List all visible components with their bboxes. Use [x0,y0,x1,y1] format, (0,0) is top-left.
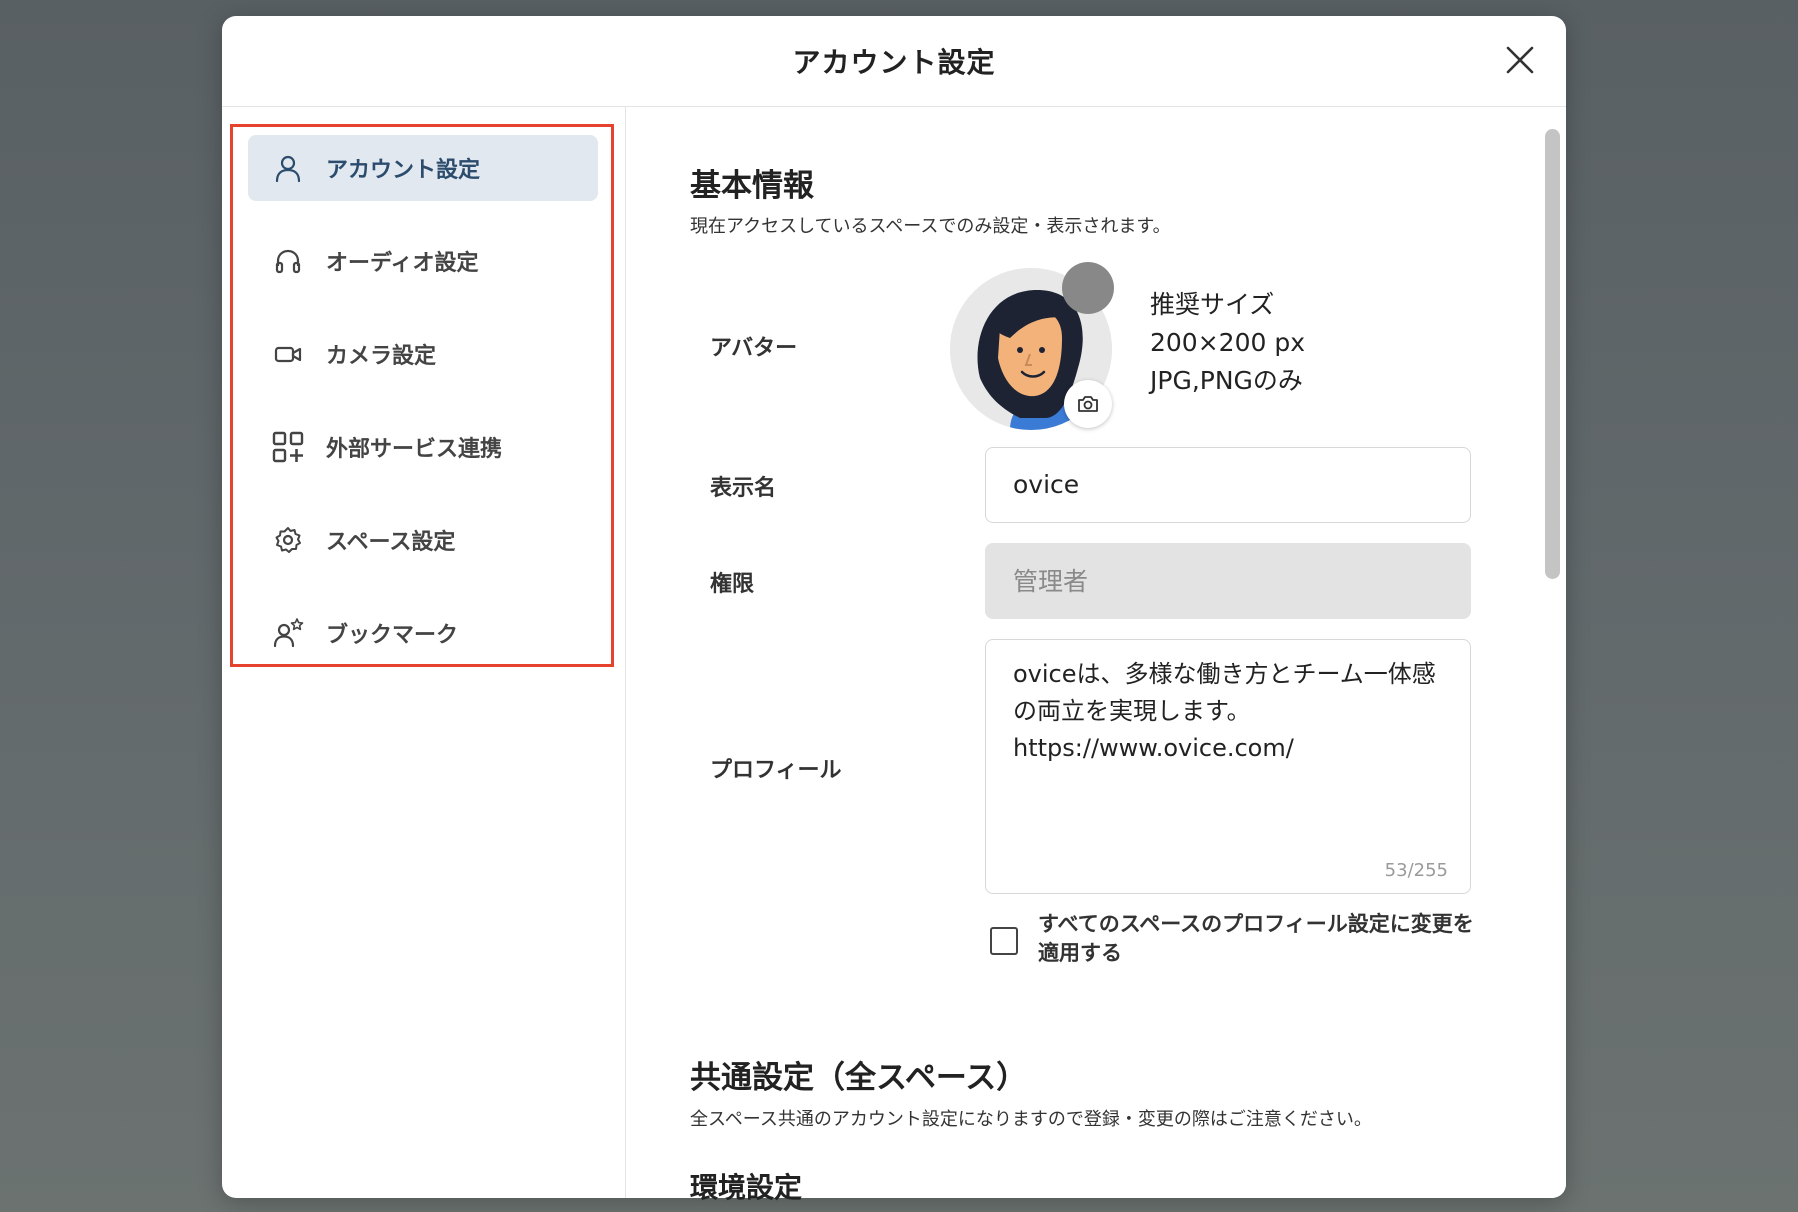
sidebar-item-label: オーディオ設定 [326,251,479,276]
sidebar-item-space-settings[interactable]: スペース設定 [248,507,598,573]
avatar[interactable] [950,262,1115,433]
avatar-label: アバター [710,336,798,361]
modal-header: アカウント設定 [222,16,1566,107]
profile-textarea[interactable]: oviceは、多様な働き方とチーム一体感 の両立を実現します。 https://… [985,639,1471,894]
settings-sidebar: アカウント設定 オーディオ設定 カメラ設定 外部サービス連携 スペース設定 ブッ… [222,107,626,1198]
common-settings-description: 全スペース共通のアカウント設定になりますので登録・変更の際はご注意ください。 [690,1109,1372,1130]
avatar-upload-button[interactable] [1064,380,1112,428]
display-name-input[interactable]: ovice [985,447,1471,523]
sidebar-item-label: カメラ設定 [326,344,437,369]
display-name-label: 表示名 [710,476,777,501]
apply-all-spaces-label: すべてのスペースのプロフィール設定に変更を適用する [1038,912,1474,965]
avatar-hint: 推奨サイズ 200×200 px JPG,PNGのみ [1150,286,1305,400]
sidebar-item-bookmarks[interactable]: ブックマーク [248,600,598,666]
sidebar-nav: アカウント設定 オーディオ設定 カメラ設定 外部サービス連携 スペース設定 ブッ… [248,135,598,693]
avatar-status-dot [1062,262,1114,314]
user-star-icon [272,617,304,649]
headphones-icon [272,245,304,277]
profile-char-count: 53/255 [1384,860,1448,881]
common-settings-title: 共通設定（全スペース） [690,1060,1028,1096]
sidebar-item-label: アカウント設定 [326,158,481,183]
basic-info-title: 基本情報 [690,168,814,204]
sidebar-item-external-services[interactable]: 外部サービス連携 [248,414,598,480]
gear-icon [272,524,304,556]
avatar-hint-dimensions: 200×200 px [1150,328,1305,357]
profile-text: oviceは、多様な働き方とチーム一体感 の両立を実現します。 https://… [1013,660,1436,762]
sidebar-item-label: スペース設定 [326,530,456,555]
profile-label: プロフィール [710,758,842,783]
role-label: 権限 [710,572,755,597]
grid-plus-icon [272,431,304,463]
video-camera-icon [272,338,304,370]
close-icon [1506,46,1534,74]
role-input: 管理者 [985,543,1471,619]
env-settings-title: 環境設定 [690,1171,803,1204]
sidebar-item-audio-settings[interactable]: オーディオ設定 [248,228,598,294]
avatar-hint-formats: JPG,PNGのみ [1150,366,1303,395]
avatar-hint-size-label: 推奨サイズ [1150,290,1275,319]
close-button[interactable] [1500,40,1540,80]
user-icon [272,152,304,184]
modal-title: アカウント設定 [792,46,996,79]
camera-icon [1078,396,1098,412]
sidebar-item-camera-settings[interactable]: カメラ設定 [248,321,598,387]
sidebar-item-label: ブックマーク [326,623,459,648]
scrollbar-thumb[interactable] [1545,129,1560,579]
sidebar-item-account-settings[interactable]: アカウント設定 [248,135,598,201]
basic-info-description: 現在アクセスしているスペースでのみ設定・表示されます。 [690,216,1171,237]
content-scrollbar[interactable] [1538,107,1566,1198]
sidebar-item-label: 外部サービス連携 [326,437,503,462]
apply-all-spaces-checkbox[interactable] [990,927,1018,955]
